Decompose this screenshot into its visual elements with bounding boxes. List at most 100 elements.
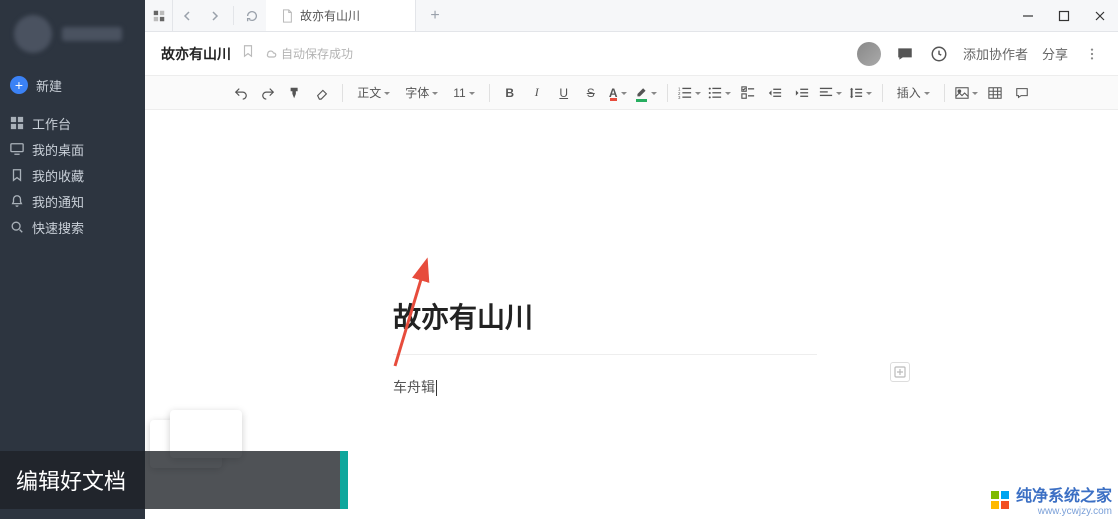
undo-icon [234, 86, 248, 100]
align-button[interactable] [817, 81, 844, 105]
font-size-dropdown[interactable]: 11 [447, 81, 480, 105]
body-text: 车舟辑 [393, 379, 435, 395]
eraser-icon [315, 86, 329, 100]
more-vertical-icon [1085, 47, 1099, 61]
comment-button[interactable] [1010, 81, 1034, 105]
watermark-brand: 纯净系统之家 [1016, 482, 1112, 506]
bell-icon [10, 194, 24, 208]
indent-button[interactable] [790, 81, 814, 105]
grid-icon [10, 116, 24, 130]
separator [489, 84, 490, 102]
align-left-icon [819, 86, 833, 100]
brush-icon [288, 86, 302, 100]
italic-button[interactable]: I [525, 81, 549, 105]
bookmark-button[interactable] [241, 44, 255, 63]
reload-icon [245, 9, 259, 23]
comment-icon [1015, 86, 1029, 100]
new-label: 新建 [36, 76, 62, 95]
sidebar-item-label: 工作台 [32, 114, 71, 133]
clear-format-button[interactable] [310, 81, 334, 105]
separator [342, 84, 343, 102]
sidebar-item-notifications[interactable]: 我的通知 [0, 188, 145, 214]
format-painter-button[interactable] [283, 81, 307, 105]
user-avatar[interactable] [857, 42, 881, 66]
close-button[interactable] [1082, 0, 1118, 31]
svg-text:3: 3 [678, 95, 681, 100]
document-tab[interactable]: 故亦有山川 [266, 0, 416, 31]
minimize-button[interactable] [1010, 0, 1046, 31]
text-cursor [436, 380, 437, 396]
text-color-button[interactable]: A [606, 81, 630, 105]
list-ol-icon: 123 [678, 86, 692, 100]
bookmark-icon [10, 168, 24, 182]
share-button[interactable]: 分享 [1042, 44, 1068, 63]
document-canvas[interactable]: 故亦有山川 车舟辑 [325, 226, 885, 519]
tab-title: 故亦有山川 [300, 7, 360, 24]
sidebar-item-workspace[interactable]: 工作台 [0, 110, 145, 136]
monitor-icon [10, 142, 24, 156]
highlight-color-button[interactable] [633, 81, 659, 105]
sidebar-item-label: 快速搜索 [32, 218, 84, 237]
table-button[interactable] [983, 81, 1007, 105]
caption-overlay: 编辑好文档 [0, 451, 340, 509]
sidebar-item-desktop[interactable]: 我的桌面 [0, 136, 145, 162]
underline-button[interactable]: U [552, 81, 576, 105]
maximize-button[interactable] [1046, 0, 1082, 31]
new-tab-button[interactable]: + [416, 0, 454, 31]
text-color-icon: A [609, 86, 618, 100]
sidebar-profile[interactable] [0, 0, 145, 68]
font-family-dropdown[interactable]: 字体 [399, 81, 444, 105]
chat-icon [896, 45, 914, 63]
username-placeholder [62, 27, 122, 41]
chevron-right-icon [209, 10, 221, 22]
new-document-button[interactable]: + 新建 [0, 68, 145, 102]
unordered-list-button[interactable] [706, 81, 733, 105]
back-button[interactable] [173, 0, 201, 31]
redo-icon [261, 86, 275, 100]
strikethrough-button[interactable]: S [579, 81, 603, 105]
inline-insert-button[interactable] [890, 362, 910, 382]
forward-button[interactable] [201, 0, 229, 31]
format-toolbar: 正文 字体 11 B I U S A 123 插入 [145, 76, 1118, 110]
app-sidebar: + 新建 工作台 我的桌面 我的收藏 我的通知 快速搜索 [0, 0, 145, 519]
outdent-icon [768, 86, 782, 100]
checklist-button[interactable] [736, 81, 760, 105]
caption-accent [340, 451, 348, 509]
doc-body-line[interactable]: 车舟辑 [393, 377, 817, 397]
indent-icon [795, 86, 809, 100]
paragraph-style-dropdown[interactable]: 正文 [351, 81, 396, 105]
image-button[interactable] [953, 81, 980, 105]
history-button[interactable] [929, 44, 949, 64]
autosave-label: 自动保存成功 [281, 45, 353, 62]
watermark-url: www.ycwjzy.com [1016, 506, 1112, 517]
line-spacing-button[interactable] [847, 81, 874, 105]
ordered-list-button[interactable]: 123 [676, 81, 703, 105]
sidebar-item-favorites[interactable]: 我的收藏 [0, 162, 145, 188]
separator [944, 84, 945, 102]
maximize-icon [1058, 10, 1070, 22]
undo-button[interactable] [229, 81, 253, 105]
sidebar-item-label: 我的收藏 [32, 166, 84, 185]
highlight-icon [635, 85, 648, 101]
comment-button[interactable] [895, 44, 915, 64]
insert-dropdown[interactable]: 插入 [891, 81, 936, 105]
square-icon [152, 9, 166, 23]
plus-icon: + [10, 76, 28, 94]
plus-box-icon [894, 366, 906, 378]
plus-icon: + [430, 7, 439, 25]
line-height-icon [849, 86, 863, 100]
sidebar-item-search[interactable]: 快速搜索 [0, 214, 145, 240]
separator [882, 84, 883, 102]
redo-button[interactable] [256, 81, 280, 105]
doc-heading[interactable]: 故亦有山川 [393, 296, 817, 355]
outdent-button[interactable] [763, 81, 787, 105]
sidebar-item-label: 我的通知 [32, 192, 84, 211]
avatar [14, 15, 52, 53]
app-icon[interactable] [145, 0, 173, 31]
reload-button[interactable] [238, 0, 266, 31]
image-icon [955, 86, 969, 100]
add-collaborator-button[interactable]: 添加协作者 [963, 44, 1028, 63]
more-button[interactable] [1082, 44, 1102, 64]
bold-button[interactable]: B [498, 81, 522, 105]
cloud-icon [265, 48, 277, 60]
